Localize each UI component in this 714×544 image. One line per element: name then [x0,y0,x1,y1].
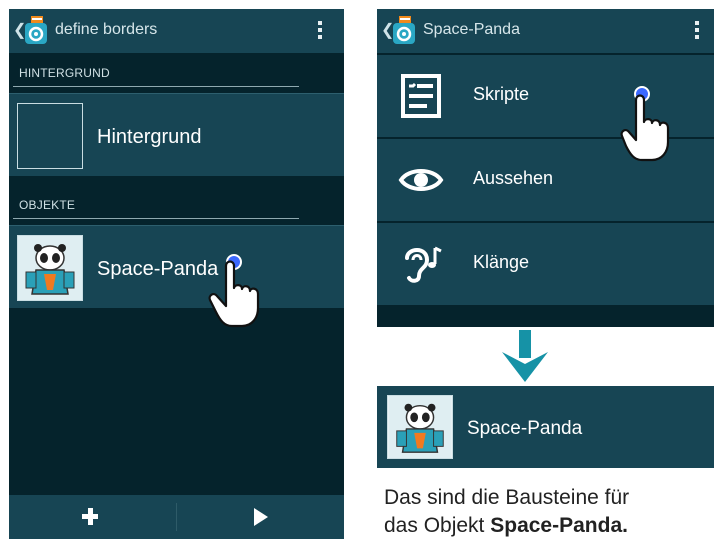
panda-icon [389,396,451,458]
scripts-list-icon [401,74,441,118]
list-item-label: Hintergrund [97,126,202,148]
screen-title: define borders [55,21,158,38]
screen-title: Space-Panda [423,21,520,38]
caption-object-name: Space-Panda. [490,514,628,537]
menu-item-label: Skripte [473,84,530,104]
caption-line-2: das Objekt Space-Panda. [384,514,628,538]
down-arrow-icon [502,330,548,382]
background-thumbnail [17,103,83,169]
bottom-bar [9,495,344,539]
panda-thumbnail [387,395,453,459]
panda-icon [18,236,82,300]
list-item-background[interactable]: Hintergrund [9,93,344,176]
right-screen: ❮ Space-Panda Skripte Aussehen Klänge [377,9,714,327]
section-label: OBJEKTE [19,198,76,212]
list-item-space-panda[interactable]: Space-Panda [9,225,344,308]
caption-text: das Objekt [384,514,491,537]
touch-hand-icon [208,254,260,328]
section-label: HINTERGRUND [19,66,110,80]
result-label: Space-Panda [467,418,583,439]
divider [13,218,299,219]
eye-icon [398,169,444,191]
overflow-menu-icon[interactable] [317,21,323,41]
app-logo-icon[interactable] [390,16,418,46]
app-logo-icon[interactable] [22,16,50,46]
panda-thumbnail [17,235,83,301]
play-icon [254,508,268,526]
action-bar: ❮ define borders [9,9,344,53]
overflow-menu-icon[interactable] [694,21,700,41]
section-header-background: HINTERGRUND [9,53,344,93]
touch-hand-icon [620,86,670,162]
section-header-objects: OBJEKTE [9,185,344,225]
caption-line-1: Das sind die Bausteine für [384,486,630,509]
play-button[interactable] [177,495,344,539]
menu-item-sounds[interactable]: Klänge [377,223,714,307]
divider [13,86,299,87]
add-button[interactable] [9,495,176,539]
menu-item-label: Klänge [473,252,530,272]
ear-music-icon [405,246,442,283]
list-item-label: Space-Panda [97,258,219,280]
result-object-row: Space-Panda [377,386,714,468]
menu-item-label: Aussehen [473,168,554,188]
left-screen: ❮ define borders HINTERGRUND Hintergrund… [9,9,344,539]
action-bar: ❮ Space-Panda [377,9,714,53]
